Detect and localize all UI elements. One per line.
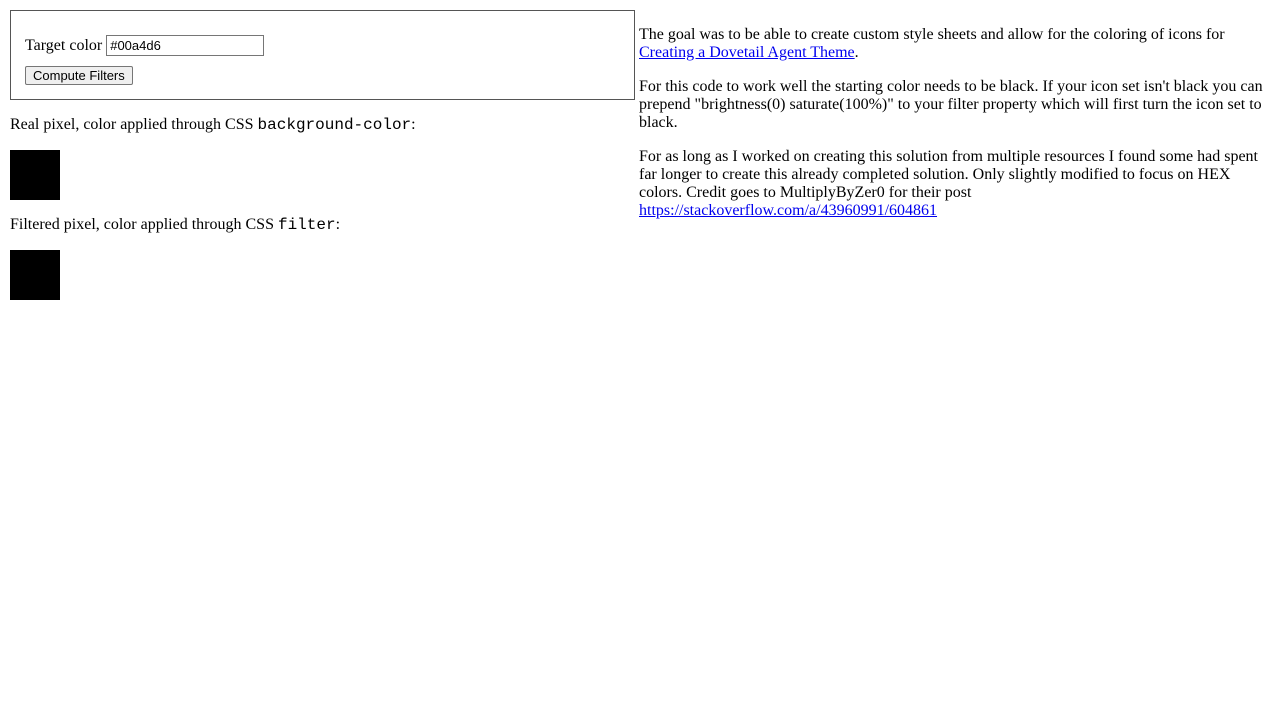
credits-paragraph: For as long as I worked on creating this… [639, 148, 1270, 220]
filtered-pixel-code: filter [278, 216, 336, 234]
filtered-pixel-caption: Filtered pixel, color applied through CS… [10, 216, 635, 234]
credits-text: For as long as I worked on creating this… [639, 148, 1258, 201]
target-color-label: Target color [25, 37, 102, 54]
real-pixel-suffix: : [411, 116, 415, 133]
real-pixel-swatch [10, 150, 60, 200]
intro-suffix: . [855, 44, 859, 61]
filtered-pixel-prefix: Filtered pixel, color applied through CS… [10, 216, 278, 233]
intro-text: The goal was to be able to create custom… [639, 26, 1225, 43]
stackoverflow-link[interactable]: https://stackoverflow.com/a/43960991/604… [639, 202, 937, 219]
filtered-pixel-suffix: : [336, 216, 340, 233]
real-pixel-caption: Real pixel, color applied through CSS ba… [10, 116, 635, 134]
filtered-pixel-swatch [10, 250, 60, 300]
intro-paragraph: The goal was to be able to create custom… [639, 26, 1270, 62]
dovetail-theme-link[interactable]: Creating a Dovetail Agent Theme [639, 44, 855, 61]
right-column: The goal was to be able to create custom… [637, 10, 1270, 300]
color-form: Target color Compute Filters [10, 10, 635, 100]
real-pixel-code: background-color [258, 116, 412, 134]
requirements-paragraph: For this code to work well the starting … [639, 78, 1270, 132]
left-column: Target color Compute Filters Real pixel,… [10, 10, 637, 300]
compute-filters-button[interactable]: Compute Filters [25, 66, 133, 85]
real-pixel-prefix: Real pixel, color applied through CSS [10, 116, 258, 133]
target-color-input[interactable] [106, 35, 264, 56]
